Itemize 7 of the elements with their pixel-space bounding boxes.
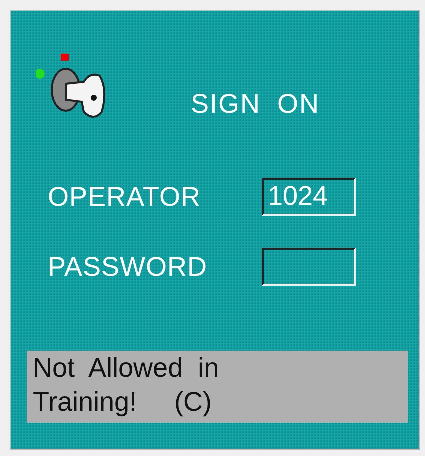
input-field[interactable] (262, 248, 356, 286)
field-label: OPERATOR (48, 180, 202, 214)
message-text: Training! (C) (33, 386, 214, 419)
field-label: PASSWORD (48, 250, 209, 284)
screen-title: SIGN ON (191, 88, 320, 120)
message-text: Not Allowed in (33, 352, 220, 385)
input-field[interactable]: 1024 (262, 178, 356, 216)
